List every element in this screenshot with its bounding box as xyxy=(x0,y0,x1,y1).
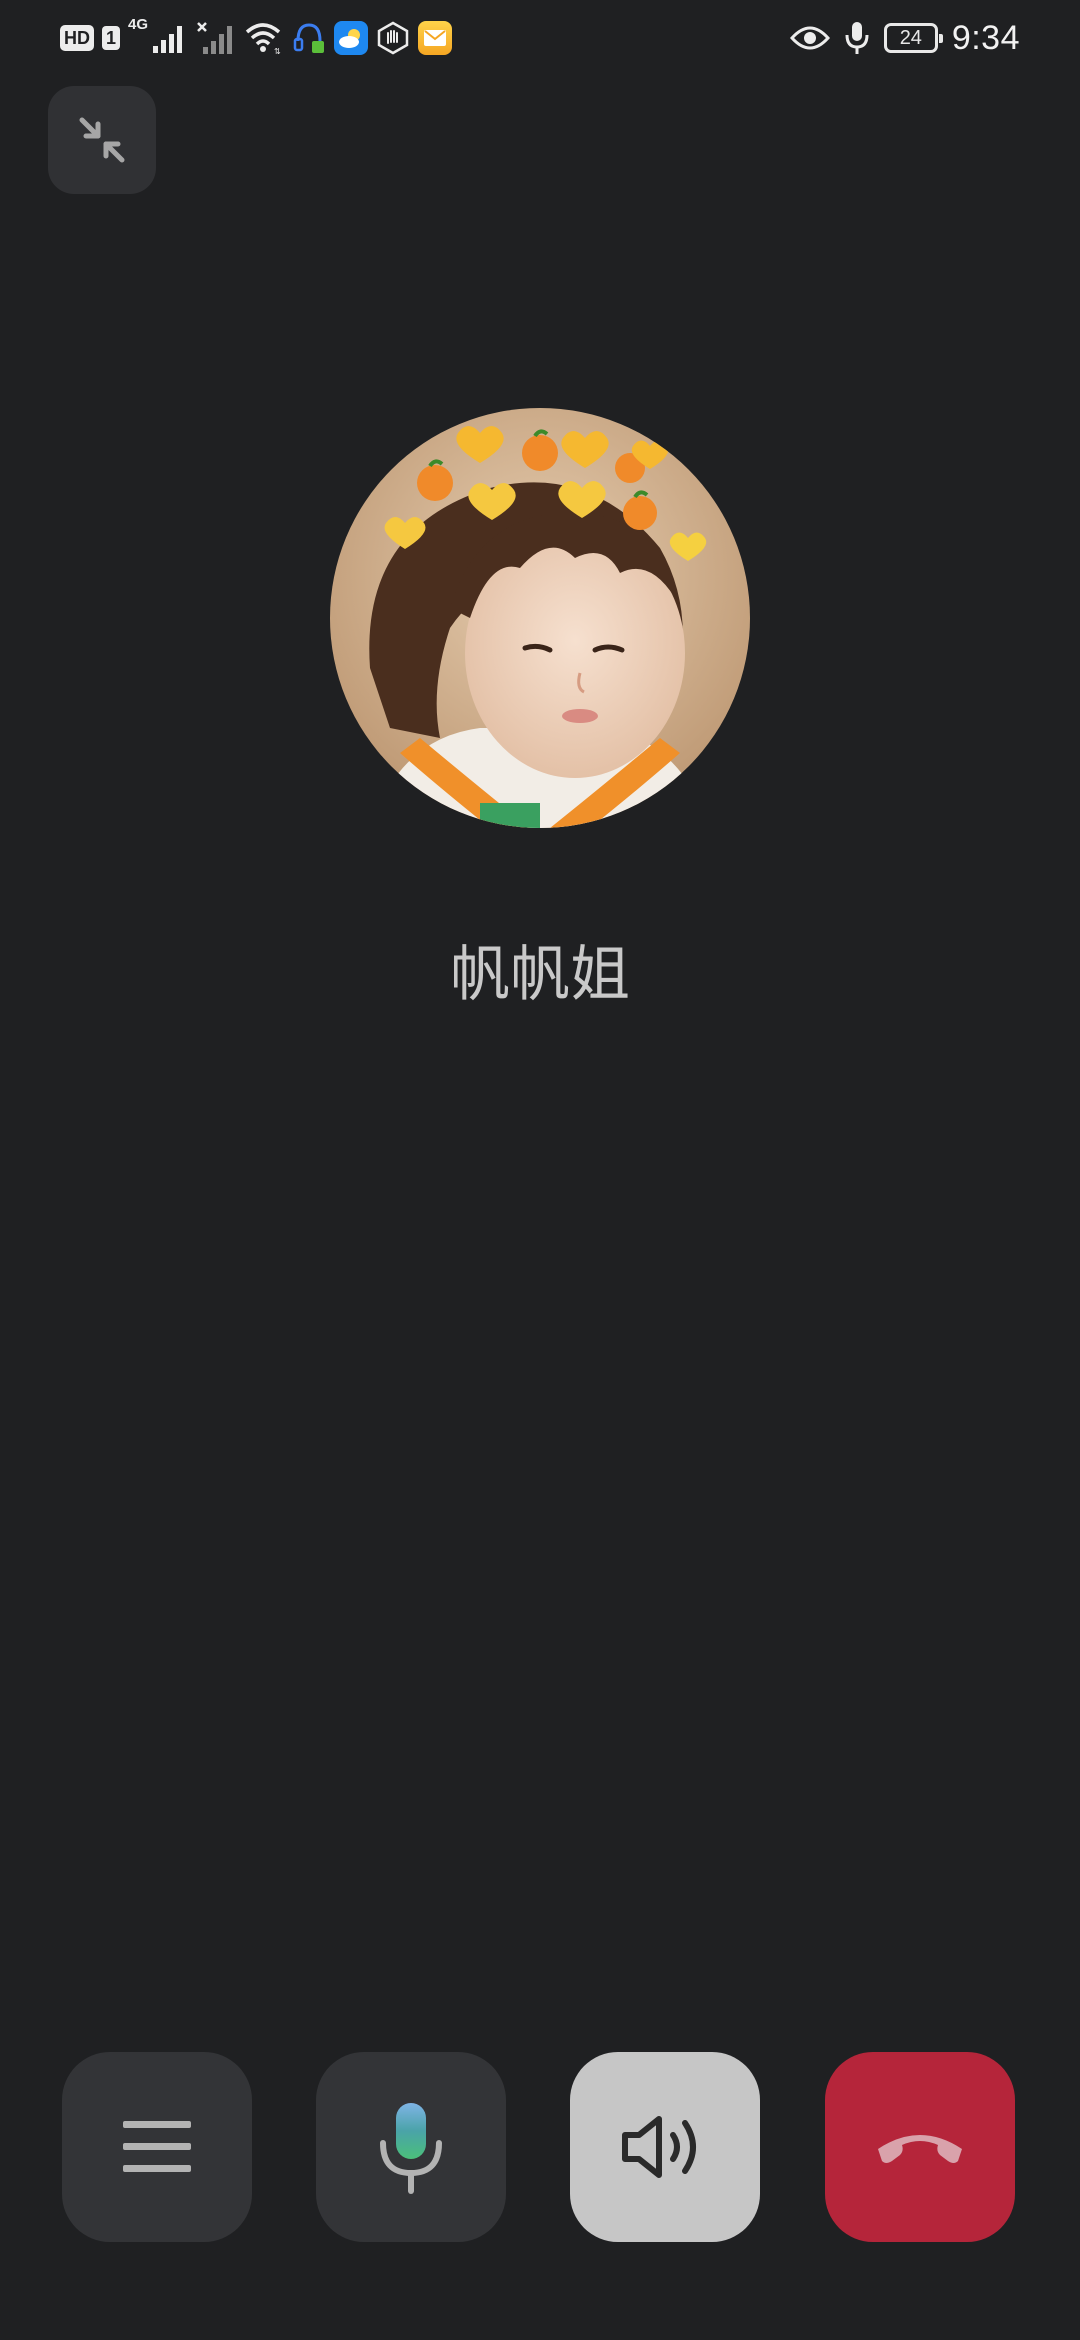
mute-button[interactable] xyxy=(316,2052,506,2242)
no-signal-icon xyxy=(197,22,233,54)
battery-level: 24 xyxy=(899,27,922,49)
minimize-button[interactable] xyxy=(48,86,156,194)
clock: 9:34 xyxy=(951,18,1020,57)
minimize-icon xyxy=(79,117,125,163)
eye-icon xyxy=(789,26,830,50)
speaker-button[interactable] xyxy=(570,2052,760,2242)
mic-status-icon xyxy=(845,22,869,54)
network-type-label: 4G xyxy=(128,16,149,33)
weather-app-icon xyxy=(334,21,369,55)
sim-icon: 1 xyxy=(102,26,121,50)
signal-icon xyxy=(153,26,183,53)
status-bar-left: HD 1 4G ⇅ xyxy=(60,16,453,58)
status-bar: HD 1 4G ⇅ 24 9:34 xyxy=(0,0,1080,76)
call-controls xyxy=(0,2052,1080,2242)
phone-hangup-icon xyxy=(878,2135,962,2163)
call-screen: HD 1 4G ⇅ 24 9:34 帆帆姐 xyxy=(0,0,1080,2340)
headset-notification-icon xyxy=(293,23,325,53)
menu-button[interactable] xyxy=(62,2052,252,2242)
hang-up-button[interactable] xyxy=(825,2052,1015,2242)
contact-name: 帆帆姐 xyxy=(450,940,630,1010)
speaker-icon xyxy=(622,2116,696,2178)
svg-text:⇅: ⇅ xyxy=(274,47,281,55)
hd-icon: HD xyxy=(60,25,94,51)
microphone-icon xyxy=(380,2103,442,2194)
hand-app-icon xyxy=(377,21,409,55)
mail-app-icon xyxy=(418,21,453,55)
menu-icon xyxy=(123,2121,191,2172)
status-bar-right: 24 9:34 xyxy=(789,14,1020,62)
wifi-icon: ⇅ xyxy=(245,23,281,55)
battery-icon: 24 xyxy=(883,23,943,53)
contact-avatar xyxy=(330,408,750,828)
